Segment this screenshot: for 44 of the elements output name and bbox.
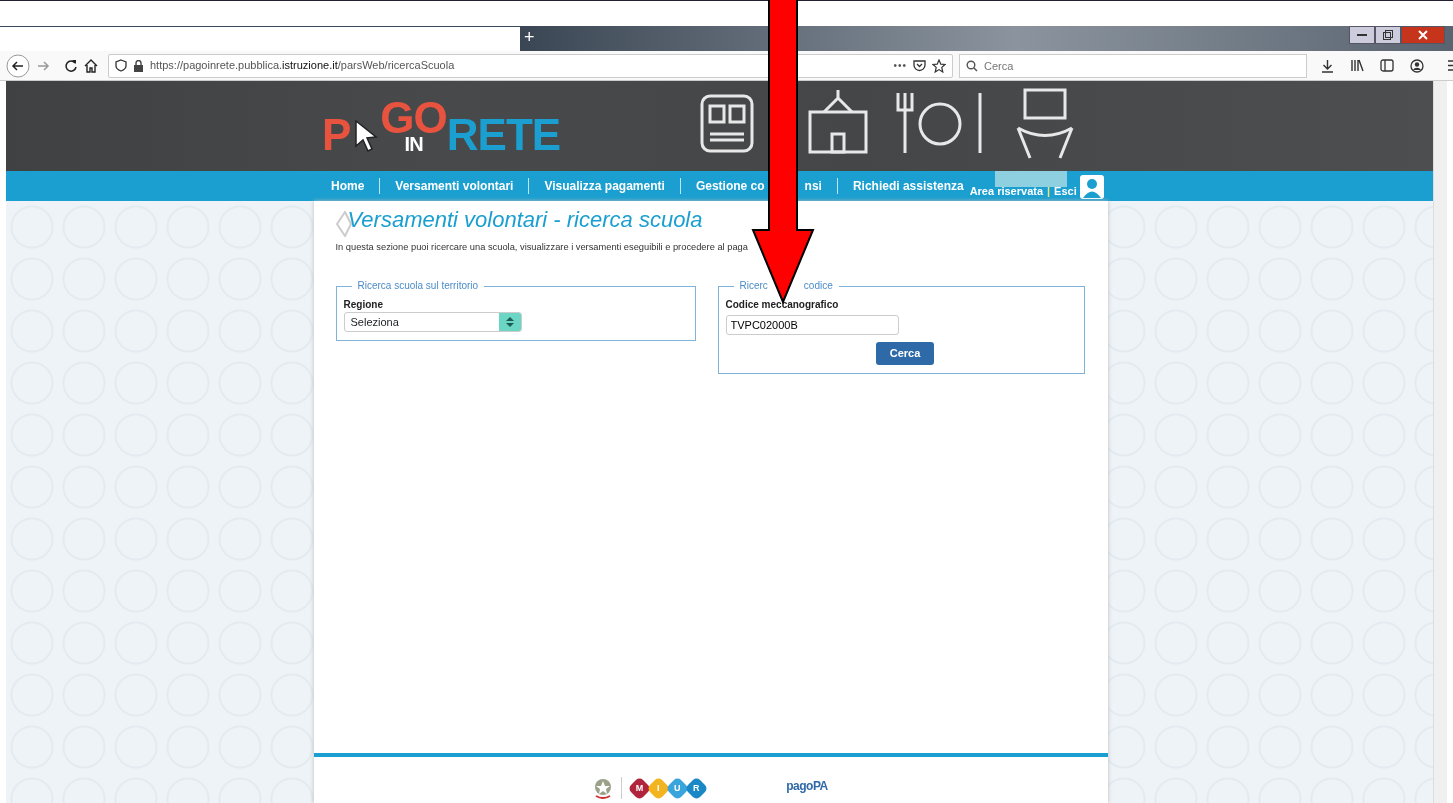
- reserved-area-link[interactable]: Area riservata: [969, 182, 1044, 199]
- nav-link[interactable]: Visualizza pagamenti: [529, 178, 681, 194]
- emblem-icon: [593, 777, 614, 799]
- search-field[interactable]: Cerca: [959, 53, 1307, 78]
- pagopa-logo[interactable]: pagoPA: [786, 777, 828, 795]
- updown-icon: [505, 317, 514, 328]
- minimize-icon: [1357, 33, 1367, 37]
- reload-icon[interactable]: [64, 58, 78, 73]
- download-icon[interactable]: [1321, 58, 1334, 73]
- miur-logo[interactable]: M I U R: [630, 779, 707, 797]
- lock-icon: [133, 59, 144, 72]
- home-icon[interactable]: [84, 58, 98, 73]
- close-icon: [1418, 30, 1428, 40]
- sidebar-icon[interactable]: [1380, 59, 1394, 72]
- page-description: In questa sezione puoi ricercare una scuola, visualizzare i versamenti eseguibili e procedere al paga: [335, 241, 749, 255]
- logout-link[interactable]: Esci: [1054, 182, 1077, 199]
- close-button[interactable]: [1401, 26, 1445, 44]
- library-icon[interactable]: [1350, 59, 1364, 72]
- page-actions-menu[interactable]: •••: [893, 58, 907, 73]
- code-input[interactable]: TVPC02000B: [725, 315, 899, 336]
- restore-button[interactable]: [1375, 26, 1401, 44]
- star-icon[interactable]: [932, 58, 946, 73]
- nav-link[interactable]: Home: [316, 178, 381, 194]
- pocket-icon[interactable]: [913, 59, 926, 72]
- nav-link[interactable]: Versamenti volontari: [380, 178, 530, 194]
- page-title: Versamenti volontari - ricerca scuola: [347, 207, 703, 234]
- back-icon[interactable]: [6, 53, 30, 78]
- restore-icon: [1383, 30, 1393, 40]
- field-label: Codice meccanografico: [725, 298, 840, 313]
- forward-icon[interactable]: [36, 58, 50, 73]
- minimize-button[interactable]: [1349, 26, 1375, 44]
- url-field[interactable]: https://pagoinrete.pubblica.istruzione.it/parsWeb/ricercaScuola •••: [108, 53, 953, 78]
- user-avatar-icon[interactable]: [1079, 175, 1104, 199]
- url-text: https://pagoinrete.pubblica.istruzione.it/parsWeb/ricercaScuola: [150, 58, 456, 74]
- field-label: Regione: [343, 298, 384, 313]
- search-button[interactable]: Cerca: [875, 342, 935, 365]
- account-icon[interactable]: [1410, 58, 1424, 73]
- region-select[interactable]: Seleziona: [343, 312, 522, 333]
- fieldset-legend: Ricerca scuola sul territorio: [351, 281, 485, 292]
- scrollbar[interactable]: [1433, 81, 1447, 803]
- separator: |: [1047, 183, 1051, 199]
- new-tab-button[interactable]: +: [520, 26, 539, 51]
- shield-icon[interactable]: [115, 59, 127, 72]
- fieldset-legend: Ricerc codice: [733, 281, 839, 292]
